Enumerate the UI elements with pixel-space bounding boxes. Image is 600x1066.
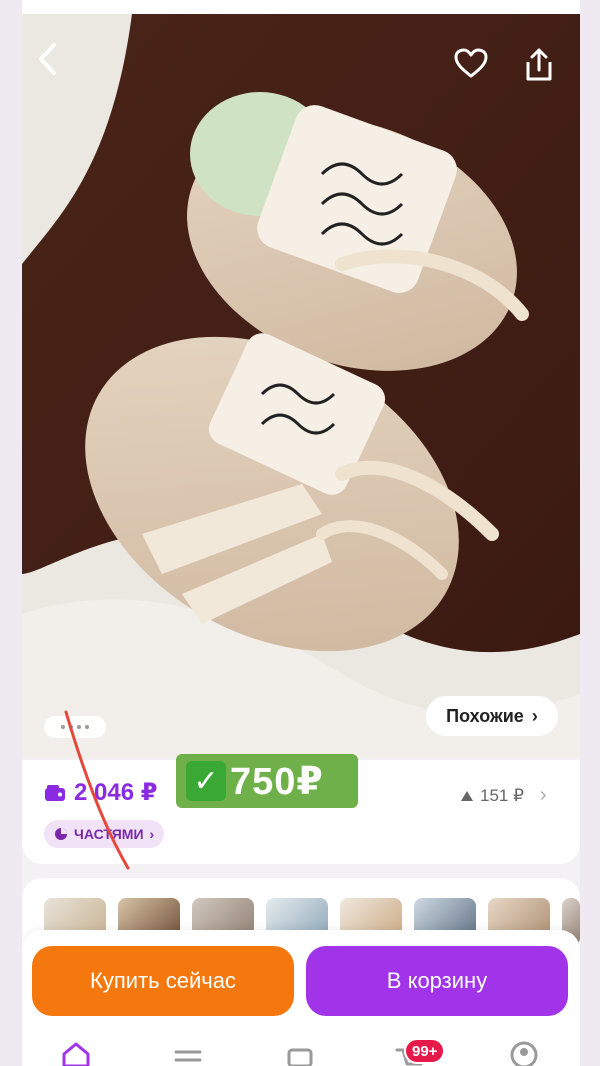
profile-icon <box>510 1041 538 1066</box>
discount-value: 151 ₽ <box>480 785 524 805</box>
chevron-right-icon: › <box>531 705 538 726</box>
similar-label: Похожие <box>446 705 524 726</box>
similar-button[interactable]: Похожие › <box>426 696 558 736</box>
product-screen: Похожие › 2 046 ₽ ✓ 750₽ 151 ₽ › ЧАСТЯМИ… <box>22 0 580 1066</box>
product-image[interactable]: Похожие › <box>22 14 580 758</box>
buy-now-button[interactable]: Купить сейчас <box>32 946 294 1016</box>
pager-dot <box>69 725 73 729</box>
promo-price: 750₽ <box>230 760 324 803</box>
triangle-up-icon <box>461 790 473 801</box>
pager-dot <box>77 725 81 729</box>
price-block: 2 046 ₽ <box>44 778 157 807</box>
chevron-right-icon: › <box>539 784 547 806</box>
gallery-pager <box>44 716 106 738</box>
promo-overlay: ✓ 750₽ <box>176 754 358 808</box>
cart-badge: 99+ <box>404 1038 446 1064</box>
tab-profile[interactable] <box>506 1040 542 1066</box>
heart-icon <box>454 48 488 78</box>
back-button[interactable] <box>36 42 76 98</box>
top-strip <box>22 0 580 14</box>
home-icon <box>62 1042 90 1066</box>
check-icon: ✓ <box>186 761 226 801</box>
pager-dot <box>85 725 89 729</box>
tab-catalog[interactable] <box>170 1040 206 1066</box>
buy-now-label: Купить сейчас <box>90 968 236 993</box>
chevron-right-icon: › <box>149 826 155 842</box>
installments-label: ЧАСТЯМИ <box>74 826 144 842</box>
pie-icon <box>55 828 67 840</box>
wallet-tab-icon <box>287 1048 313 1066</box>
favorite-button[interactable] <box>454 48 498 92</box>
share-button[interactable] <box>524 48 568 92</box>
product-photo <box>22 14 580 758</box>
discount-info[interactable]: 151 ₽ › <box>460 784 547 807</box>
share-icon <box>526 48 552 81</box>
installments-chip[interactable]: ЧАСТЯМИ › <box>44 820 165 848</box>
catalog-icon <box>174 1050 202 1062</box>
tab-wallet[interactable] <box>282 1040 318 1066</box>
pager-dot <box>61 725 65 729</box>
wallet-icon <box>45 784 65 801</box>
tab-home[interactable] <box>58 1040 94 1066</box>
add-to-cart-button[interactable]: В корзину <box>306 946 568 1016</box>
back-icon <box>39 43 56 75</box>
price-current: 2 046 ₽ <box>74 779 158 806</box>
add-to-cart-label: В корзину <box>386 968 488 993</box>
